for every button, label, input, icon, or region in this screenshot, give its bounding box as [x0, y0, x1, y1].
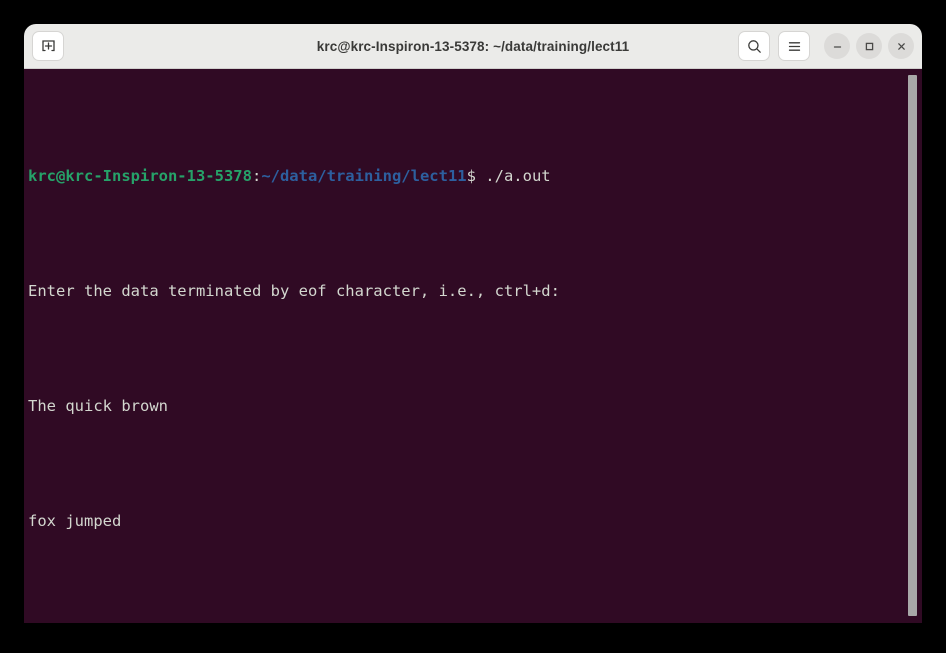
terminal-window: krc@krc-Inspiron-13-5378: ~/data/trainin…: [24, 24, 922, 623]
maximize-icon: [865, 42, 873, 50]
prompt-path: ~/data/training/lect11: [261, 167, 467, 185]
window-titlebar[interactable]: krc@krc-Inspiron-13-5378: ~/data/trainin…: [24, 24, 922, 69]
terminal-output: krc@krc-Inspiron-13-5378:~/data/training…: [28, 73, 896, 623]
scrollbar-thumb[interactable]: [908, 75, 917, 616]
terminal-output-text: The quick brown: [28, 397, 168, 415]
terminal-line: fox jumped: [28, 510, 896, 533]
terminal-line: krc@krc-Inspiron-13-5378:~/data/training…: [28, 165, 896, 188]
terminal-screen[interactable]: krc@krc-Inspiron-13-5378:~/data/training…: [24, 69, 922, 623]
close-button[interactable]: [888, 33, 914, 59]
terminal-command: ./a.out: [475, 167, 551, 185]
terminal-line: The quick brown: [28, 395, 896, 418]
titlebar-right-group: [738, 31, 914, 61]
prompt-colon: :: [251, 167, 262, 185]
search-icon: [747, 39, 761, 53]
window-controls: [824, 33, 914, 59]
prompt-user-host: krc@krc-Inspiron-13-5378: [28, 167, 252, 185]
new-tab-icon: [41, 39, 55, 51]
hamburger-menu-icon: [788, 41, 800, 51]
maximize-button[interactable]: [856, 33, 882, 59]
menu-button[interactable]: [778, 31, 810, 61]
terminal-output-text: fox jumped: [28, 512, 122, 530]
search-button[interactable]: [738, 31, 770, 61]
terminal-scrollbar[interactable]: [904, 69, 922, 623]
terminal-output-text: Enter the data terminated by eof charact…: [28, 282, 560, 300]
close-icon: [897, 42, 905, 50]
prompt-symbol: $: [466, 167, 476, 185]
minimize-icon: [833, 45, 841, 48]
titlebar-left-group: [32, 31, 64, 61]
minimize-button[interactable]: [824, 33, 850, 59]
terminal-line: Enter the data terminated by eof charact…: [28, 280, 896, 303]
new-tab-button[interactable]: [32, 31, 64, 61]
